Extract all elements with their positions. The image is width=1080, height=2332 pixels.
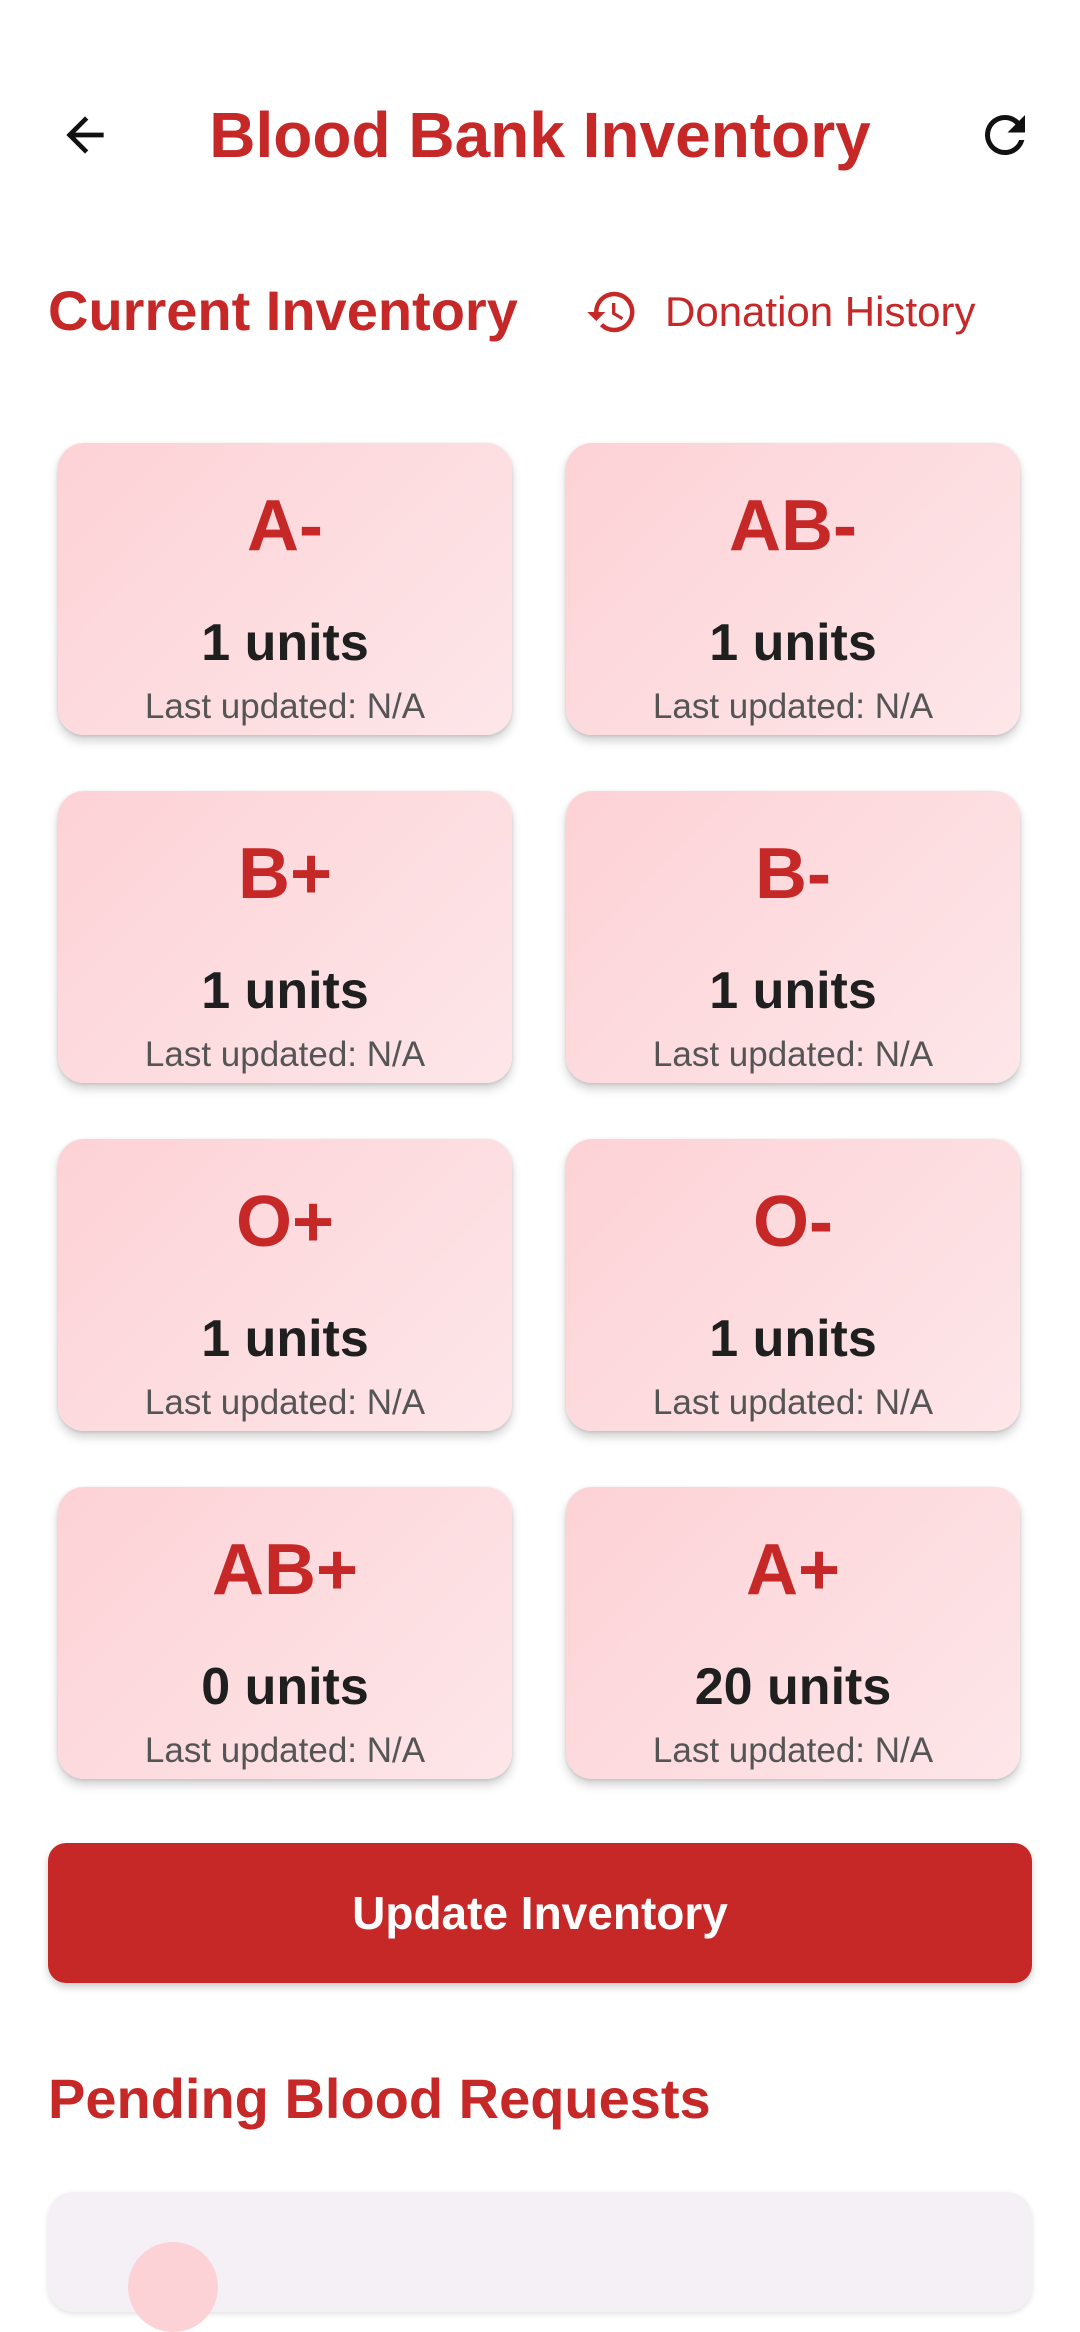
last-updated-text: Last updated: N/A (144, 687, 426, 726)
blood-type-label: A- (247, 486, 323, 566)
last-updated-text: Last updated: N/A (144, 1383, 426, 1422)
units-count: 1 units (709, 614, 877, 672)
avatar (128, 2242, 218, 2332)
inventory-card-a-pos[interactable]: A+ 20 units Last updated: N/A (566, 1487, 1020, 1779)
last-updated-text: Last updated: N/A (652, 1383, 934, 1422)
units-count: 1 units (201, 614, 369, 672)
inventory-card-b-neg[interactable]: B- 1 units Last updated: N/A (566, 791, 1020, 1083)
blood-type-label: B+ (237, 834, 333, 914)
last-updated-text: Last updated: N/A (652, 1035, 934, 1074)
units-count: 1 units (201, 1310, 369, 1368)
history-icon (587, 291, 635, 333)
last-updated-text: Last updated: N/A (144, 1731, 426, 1770)
refresh-button[interactable] (960, 80, 1050, 190)
donation-history-button[interactable]: Donation History (585, 282, 975, 342)
refresh-icon (985, 115, 1025, 155)
units-count: 1 units (709, 1310, 877, 1368)
update-inventory-button[interactable]: Update Inventory (48, 1843, 1032, 1983)
blood-type-label: B- (755, 834, 831, 914)
back-button[interactable] (40, 80, 130, 190)
pending-request-card[interactable] (48, 2192, 1032, 2332)
blood-type-label: O- (753, 1182, 833, 1262)
last-updated-text: Last updated: N/A (652, 687, 934, 726)
units-count: 1 units (709, 962, 877, 1020)
inventory-card-o-pos[interactable]: O+ 1 units Last updated: N/A (58, 1139, 512, 1431)
page-title: Blood Bank Inventory (209, 99, 871, 171)
app-bar: Blood Bank Inventory (0, 30, 1080, 190)
inventory-card-ab-pos[interactable]: AB+ 0 units Last updated: N/A (58, 1487, 512, 1779)
inventory-card-b-pos[interactable]: B+ 1 units Last updated: N/A (58, 791, 512, 1083)
current-inventory-heading: Current Inventory (48, 279, 518, 342)
units-count: 1 units (201, 962, 369, 1020)
units-count: 20 units (694, 1658, 892, 1716)
inventory-card-o-neg[interactable]: O- 1 units Last updated: N/A (566, 1139, 1020, 1431)
blood-type-label: AB- (729, 486, 857, 566)
status-bar (0, 0, 1080, 20)
last-updated-text: Last updated: N/A (652, 1731, 934, 1770)
inventory-card-a-neg[interactable]: A- 1 units Last updated: N/A (58, 443, 512, 735)
blood-type-label: AB+ (211, 1530, 359, 1610)
blood-type-label: O+ (235, 1182, 335, 1262)
pending-requests-heading: Pending Blood Requests (48, 2067, 711, 2130)
blood-type-label: A+ (745, 1530, 841, 1610)
units-count: 0 units (201, 1658, 369, 1716)
inventory-card-ab-neg[interactable]: AB- 1 units Last updated: N/A (566, 443, 1020, 735)
arrow-left-icon (66, 116, 104, 154)
donation-history-label: Donation History (665, 288, 976, 335)
last-updated-text: Last updated: N/A (144, 1035, 426, 1074)
